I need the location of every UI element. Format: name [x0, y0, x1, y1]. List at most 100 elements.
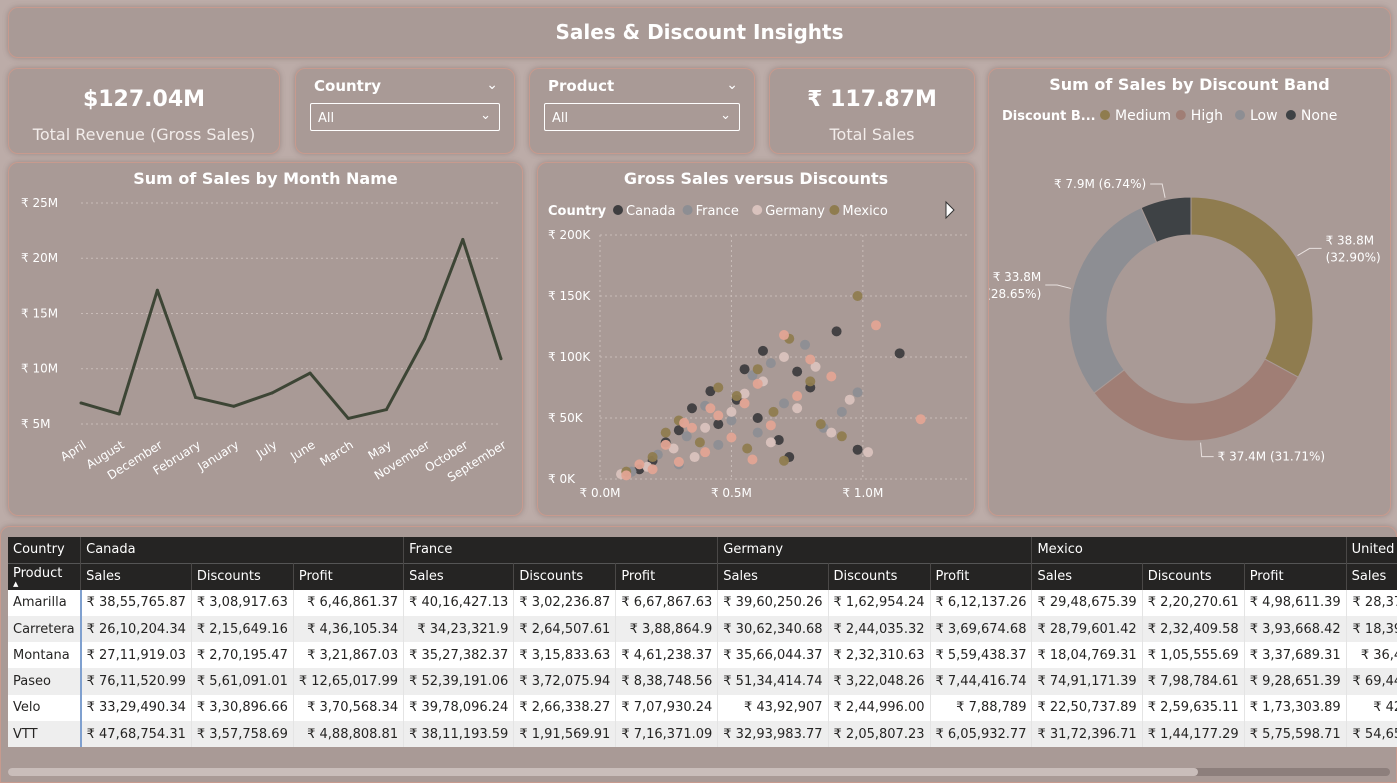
- measure-column-header[interactable]: Sales: [1031, 562, 1143, 590]
- measure-column-header[interactable]: Profit: [930, 562, 1033, 590]
- measure-column-header[interactable]: Discounts: [191, 562, 294, 590]
- leader-line: [1045, 284, 1071, 289]
- scatter-point: [815, 419, 826, 430]
- country-column-header[interactable]: France: [403, 537, 719, 564]
- line-point: [194, 395, 198, 399]
- measure-column-header[interactable]: Profit: [293, 562, 405, 590]
- country-column-header[interactable]: United States o: [1346, 537, 1397, 564]
- measure-column-header[interactable]: Sales: [403, 562, 515, 590]
- leader-line: [1150, 183, 1166, 198]
- horizontal-scrollbar[interactable]: [8, 768, 1390, 776]
- table-row[interactable]: Amarilla ₹ 38,55,765.87 ₹ 3,08,917.63 ₹ 6,4…: [8, 589, 1397, 616]
- y-tick-label: ₹ 50K: [548, 411, 584, 425]
- table-cell: ₹ 1,91,569.91: [513, 721, 617, 748]
- measure-column-header[interactable]: Sales: [717, 562, 829, 590]
- kpi-total-revenue[interactable]: $127.04M Total Revenue (Gross Sales): [8, 68, 280, 154]
- table-cell: ₹ 29,48,675.39: [1031, 589, 1143, 616]
- table-cell: ₹ 12,65,017.99: [293, 668, 405, 695]
- row-header-product[interactable]: Product ▲: [8, 562, 82, 590]
- scatter-point: [726, 432, 737, 443]
- measure-column-header[interactable]: Discounts: [1142, 562, 1245, 590]
- product-dropdown[interactable]: All ⌄: [544, 103, 740, 131]
- measure-column-header[interactable]: Profit: [615, 562, 719, 590]
- row-product-label: Carretera: [8, 615, 82, 643]
- sales-line: [80, 237, 503, 420]
- row-header-country[interactable]: Country: [8, 537, 82, 564]
- table-cell: ₹ 7,07,930.24: [615, 694, 719, 722]
- table-cell: ₹ 40,16,427.13: [403, 589, 515, 616]
- country-slicer[interactable]: Country ⌄ All ⌄: [295, 68, 515, 154]
- row-product-label: Paseo: [8, 668, 82, 695]
- table-cell: ₹ 3,08,917.63: [191, 589, 294, 616]
- country-column-header[interactable]: Germany: [717, 537, 1033, 564]
- measure-column-header[interactable]: Profit: [1244, 562, 1347, 590]
- scatter-point: [805, 354, 816, 365]
- scatter-point: [800, 339, 811, 350]
- matrix-table[interactable]: CountryCanadaFranceGermanyMexicoUnited S…: [8, 537, 1397, 748]
- table-cell: ₹ 2,32,409.58: [1142, 615, 1245, 643]
- product-dropdown-value: All: [552, 111, 569, 126]
- scatter-point: [836, 406, 847, 417]
- table-cell: ₹ 4,98,611.39: [1244, 589, 1347, 616]
- chevron-down-icon[interactable]: ⌄: [486, 77, 498, 93]
- legend-swatch: [613, 205, 623, 215]
- y-tick-label: ₹ 200K: [548, 228, 591, 242]
- table-cell: ₹ 38,55,765.87: [80, 589, 192, 616]
- table-cell: ₹ 1,62,954.24: [828, 589, 931, 616]
- table-cell: ₹ 38,11,193.59: [403, 721, 515, 748]
- scatter-point: [757, 345, 768, 356]
- measure-header-row: Product ▲ Sales Discounts Profit Sales Discoun…: [8, 562, 1397, 590]
- y-tick-label: ₹ 25M: [21, 196, 58, 210]
- legend-label: Country: [548, 204, 607, 219]
- table-cell: ₹ 2,44,996.00: [828, 694, 931, 722]
- chevron-down-icon: ⌄: [480, 108, 491, 123]
- donut-chart-card[interactable]: Sum of Sales by Discount Band Discount B…: [988, 68, 1391, 516]
- legend-swatch: [682, 205, 693, 215]
- product-slicer[interactable]: Product ⌄ All ⌄: [529, 68, 755, 154]
- table-row[interactable]: Carretera ₹ 26,10,204.34 ₹ 2,15,649.16 ₹ 4,…: [8, 615, 1397, 643]
- scatter-point: [779, 330, 789, 341]
- table-row[interactable]: VTT ₹ 47,68,754.31 ₹ 3,57,758.69 ₹ 4,88,808…: [8, 721, 1397, 748]
- table-row[interactable]: Paseo ₹ 76,11,520.99 ₹ 5,61,091.01 ₹ 12,65,…: [8, 668, 1397, 695]
- scatter-point: [852, 387, 863, 398]
- row-product-label: Montana: [8, 642, 82, 669]
- scatter-chart-card[interactable]: Gross Sales versus Discounts Country Cana…: [537, 162, 975, 516]
- country-column-header[interactable]: Mexico: [1031, 537, 1347, 564]
- country-dropdown[interactable]: All ⌄: [310, 103, 500, 131]
- measure-column-header[interactable]: Sales: [1346, 562, 1397, 590]
- table-cell: ₹ 33,29,490.34: [80, 694, 192, 722]
- measure-column-header[interactable]: Sales: [80, 562, 192, 590]
- scatter-point: [634, 459, 645, 470]
- table-cell: ₹ 51,34,414.74: [717, 668, 829, 695]
- legend-entry: Low: [1250, 108, 1278, 124]
- line-chart-card[interactable]: Sum of Sales by Month Name ₹ 5M ₹ 10M ₹ 15…: [8, 162, 523, 516]
- table-cell: ₹ 4,36,105.34: [293, 615, 405, 643]
- scatter-point: [752, 427, 763, 438]
- table-cell: ₹ 32,93,983.77: [717, 721, 829, 748]
- scatter-point: [826, 371, 837, 382]
- scrollbar-thumb[interactable]: [8, 768, 1198, 776]
- table-cell: ₹ 6,05,932.77: [930, 721, 1033, 748]
- table-cell: ₹ 39,78,096.24: [403, 694, 515, 722]
- scatter-point: [739, 398, 750, 409]
- kpi-total-sales[interactable]: ₹ 117.87M Total Sales: [769, 68, 975, 154]
- measure-column-header[interactable]: Discounts: [828, 562, 931, 590]
- table-cell: ₹ 5,75,598.71: [1244, 721, 1347, 748]
- table-row[interactable]: Velo ₹ 33,29,490.34 ₹ 3,30,896.66 ₹ 3,70,56…: [8, 694, 1397, 722]
- line-point: [346, 416, 350, 420]
- table-cell: ₹ 2,59,635.11: [1142, 694, 1245, 722]
- legend-swatch: [1100, 110, 1110, 120]
- country-column-header[interactable]: Canada: [80, 537, 405, 564]
- chevron-down-icon[interactable]: ⌄: [726, 77, 738, 93]
- table-cell: ₹ 3,02,236.87: [513, 589, 617, 616]
- measure-column-header[interactable]: Discounts: [513, 562, 617, 590]
- table-cell: ₹ 3,88,864.9: [615, 615, 719, 643]
- table-cell: ₹ 3,22,048.26: [828, 668, 931, 695]
- scatter-point: [852, 291, 863, 301]
- table-cell: ₹ 36,44,126.8: [1346, 642, 1397, 669]
- sort-ascending-icon[interactable]: ▲: [13, 581, 75, 588]
- scatter-point: [792, 366, 803, 377]
- table-row[interactable]: Montana ₹ 27,11,919.03 ₹ 2,70,195.47 ₹ 3,21…: [8, 642, 1397, 669]
- scatter-point: [713, 410, 724, 421]
- legend-label: Discount B...: [1002, 109, 1096, 124]
